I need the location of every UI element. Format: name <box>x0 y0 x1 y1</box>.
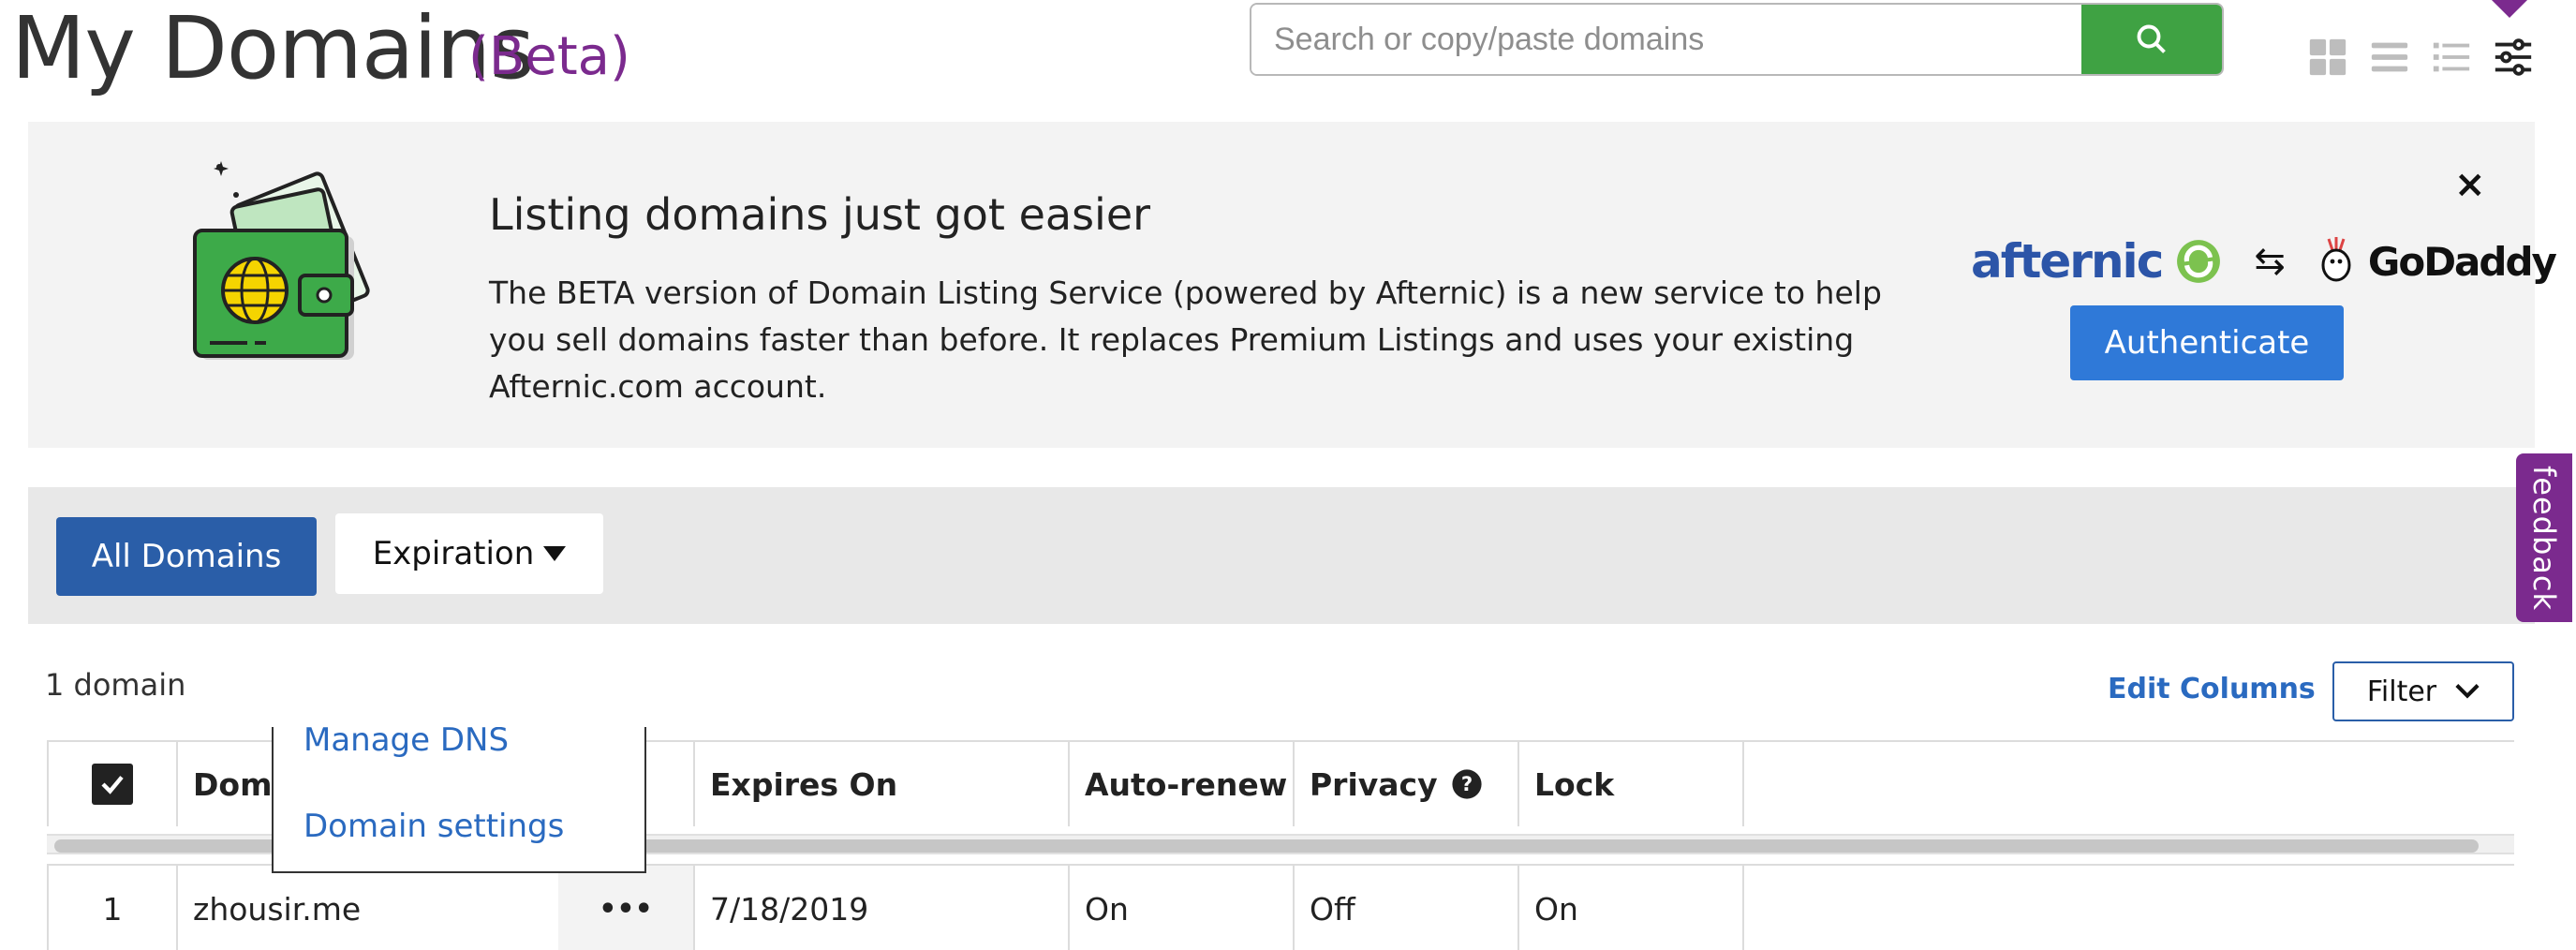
privacy-header-label: Privacy <box>1310 765 1438 803</box>
column-header-privacy[interactable]: Privacy ? <box>1295 742 1519 826</box>
afternic-swirl-icon <box>2177 240 2221 283</box>
chevron-down-icon <box>2455 684 2480 699</box>
view-toggle-group <box>2304 34 2537 81</box>
godaddy-logo: GoDaddy <box>2367 238 2557 285</box>
godaddy-mascot-icon <box>2321 237 2351 282</box>
row-index: 1 <box>47 866 178 950</box>
close-icon[interactable]: × <box>2454 163 2486 206</box>
feedback-label: feedback <box>2526 465 2562 611</box>
select-all-cell <box>47 742 178 826</box>
filter-button[interactable]: Filter <box>2332 661 2514 721</box>
expiration-label: Expiration <box>372 535 535 572</box>
search-icon <box>2137 24 2166 53</box>
listing-banner: Listing domains just got easier The BETA… <box>28 122 2557 448</box>
expiration-dropdown[interactable]: Expiration <box>335 513 603 594</box>
banner-body: The BETA version of Domain Listing Servi… <box>489 275 1882 405</box>
svg-text:?: ? <box>1460 773 1472 796</box>
expires-cell: 7/18/2019 <box>695 866 1070 950</box>
edit-columns-link[interactable]: Edit Columns <box>2108 673 2316 705</box>
menu-item-domain-settings[interactable]: Domain settings <box>303 808 564 845</box>
column-header-autorenew[interactable]: Auto-renew <box>1070 742 1295 826</box>
filter-bar: All Domains Expiration <box>28 487 2535 624</box>
checkmark-icon <box>101 776 124 794</box>
search-bar <box>1250 3 2224 76</box>
feedback-tab[interactable]: feedback <box>2516 453 2572 622</box>
caret-down-icon <box>543 546 567 561</box>
grid-view-icon[interactable] <box>2304 34 2351 81</box>
settings-sliders-icon[interactable] <box>2490 34 2537 81</box>
swap-icon: ⇆ <box>2254 241 2286 282</box>
search-button[interactable] <box>2081 5 2222 74</box>
page-title: My Domains <box>11 0 535 98</box>
partner-logos: afternic ⇆ GoDaddy <box>1971 234 2557 289</box>
column-header-expires[interactable]: Expires On <box>695 742 1070 826</box>
corner-marker <box>2486 0 2533 19</box>
compact-list-icon[interactable] <box>2428 34 2475 81</box>
authenticate-button[interactable]: Authenticate <box>2070 305 2344 380</box>
beta-badge: (Beta) <box>468 26 630 87</box>
filter-label: Filter <box>2366 675 2437 708</box>
privacy-cell[interactable]: Off <box>1295 866 1519 950</box>
domain-count: 1 domain <box>45 667 186 703</box>
banner-title: Listing domains just got easier <box>489 189 1151 240</box>
search-input[interactable] <box>1251 5 2081 74</box>
all-domains-button[interactable]: All Domains <box>56 517 317 596</box>
wallet-icon <box>193 161 370 360</box>
column-header-lock[interactable]: Lock <box>1519 742 1744 826</box>
domain-name-link[interactable]: zhousir.me <box>178 866 558 950</box>
more-actions-button[interactable]: ••• <box>558 866 695 950</box>
domain-actions-menu: Manage DNS Domain settings <box>272 727 646 873</box>
select-all-checkbox[interactable] <box>92 764 133 805</box>
afternic-logo: afternic <box>1971 234 2164 289</box>
autorenew-cell[interactable]: On <box>1070 866 1295 950</box>
list-view-icon[interactable] <box>2366 34 2413 81</box>
help-icon[interactable]: ? <box>1451 768 1483 800</box>
menu-item-manage-dns[interactable]: Manage DNS <box>303 727 509 759</box>
lock-cell[interactable]: On <box>1519 866 1744 950</box>
